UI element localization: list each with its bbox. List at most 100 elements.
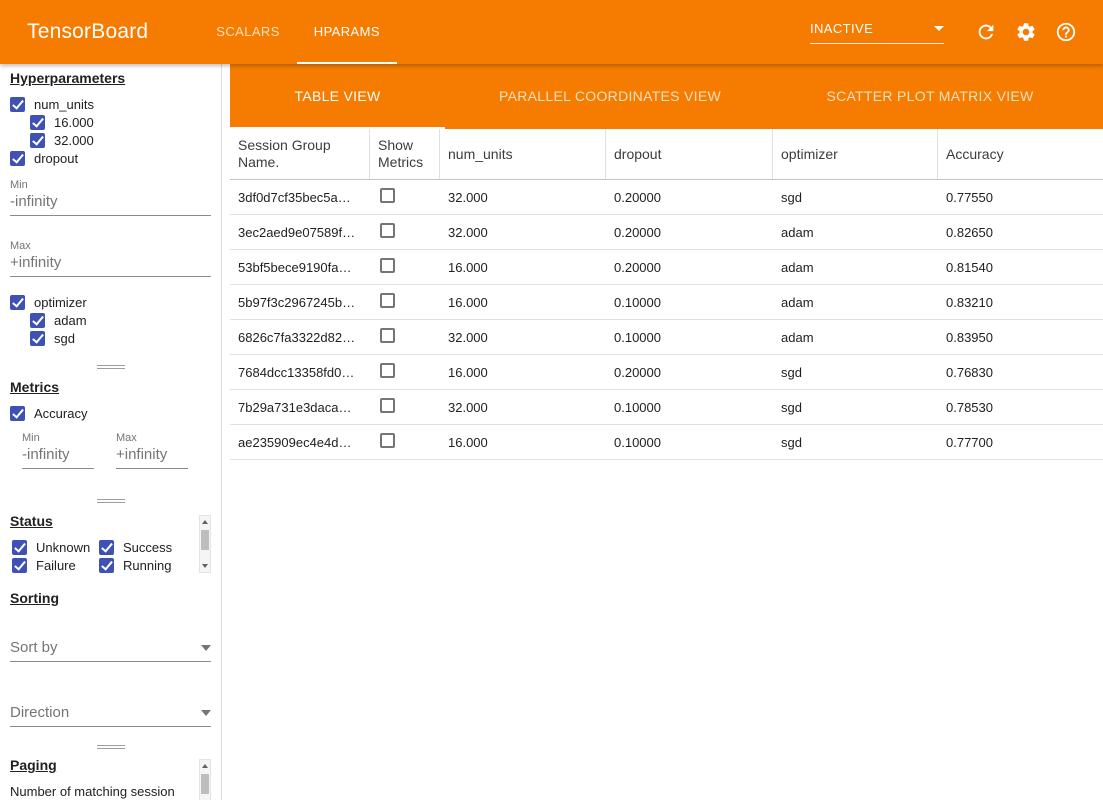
paging-scrollbar[interactable]: [199, 759, 211, 800]
tab-scatter-plot-matrix-view[interactable]: SCATTER PLOT MATRIX VIEW: [775, 64, 1085, 129]
tab-parallel-coordinates-view[interactable]: PARALLEL COORDINATES VIEW: [445, 64, 775, 129]
checkbox-adam[interactable]: adam: [30, 311, 211, 329]
column-header-num-units[interactable]: num_units: [440, 129, 606, 179]
table-row: 6826c7fa3322d82… 32.000 0.10000 adam 0.8…: [230, 320, 1103, 355]
session-group-name-cell: 7684dcc13358fd0…: [230, 365, 370, 380]
table-header: Session Group Name. Show Metrics num_uni…: [230, 129, 1103, 180]
checkbox-label: Unknown: [36, 540, 90, 555]
accuracy-cell: 0.78530: [938, 400, 1103, 415]
column-header-show-metrics[interactable]: Show Metrics: [370, 129, 440, 179]
hparams-main: TABLE VIEW PARALLEL COORDINATES VIEW SCA…: [230, 64, 1103, 800]
dropout-cell: 0.10000: [606, 295, 773, 310]
show-metrics-cell: [370, 328, 440, 346]
show-metrics-checkbox[interactable]: [380, 258, 395, 273]
dropout-max-field: Max +infinity: [10, 240, 211, 277]
checkbox-num-units[interactable]: num_units: [10, 95, 211, 113]
checkbox-label: Accuracy: [34, 406, 87, 421]
checkbox-label: 16.000: [54, 115, 94, 130]
topbar: TensorBoard SCALARS HPARAMS INACTIVE: [0, 0, 1103, 64]
checkbox-checked-icon: [30, 133, 45, 148]
checkbox-label: adam: [54, 313, 87, 328]
settings-button[interactable]: [1014, 20, 1038, 44]
table-row: 3df0d7cf35bec5a… 32.000 0.20000 sgd 0.77…: [230, 180, 1103, 215]
checkbox-checked-icon: [12, 558, 27, 573]
show-metrics-checkbox[interactable]: [380, 293, 395, 308]
checkbox-label: sgd: [54, 331, 75, 346]
checkbox-checked-icon: [30, 115, 45, 130]
num-units-cell: 16.000: [440, 295, 606, 310]
accuracy-cell: 0.77550: [938, 190, 1103, 205]
optimizer-cell: sgd: [773, 435, 938, 450]
sort-by-value: Sort by: [10, 639, 58, 656]
status-scrollbar[interactable]: [199, 515, 211, 573]
show-metrics-checkbox[interactable]: [380, 433, 395, 448]
checkbox-dropout[interactable]: dropout: [10, 149, 211, 167]
sort-by-select[interactable]: Sort by: [10, 639, 211, 662]
show-metrics-checkbox[interactable]: [380, 188, 395, 203]
optimizer-cell: adam: [773, 295, 938, 310]
dropout-cell: 0.10000: [606, 330, 773, 345]
tab-table-view[interactable]: TABLE VIEW: [230, 64, 445, 129]
min-label: Min: [22, 432, 94, 444]
max-input[interactable]: +infinity: [10, 252, 211, 277]
scrollbar-thumb[interactable]: [201, 774, 209, 794]
reload-icon: [975, 21, 997, 43]
checkbox-checked-icon: [12, 540, 27, 555]
show-metrics-checkbox[interactable]: [380, 363, 395, 378]
accuracy-cell: 0.83210: [938, 295, 1103, 310]
section-resize-handle[interactable]: [97, 365, 125, 369]
table-row: 53bf5bece9190fa… 16.000 0.20000 adam 0.8…: [230, 250, 1103, 285]
dropout-cell: 0.10000: [606, 400, 773, 415]
checkbox-label: num_units: [34, 97, 94, 112]
max-input[interactable]: +infinity: [116, 444, 188, 469]
column-header-session-group-name[interactable]: Session Group Name.: [230, 129, 370, 179]
direction-select[interactable]: Direction: [10, 704, 211, 727]
checkbox-success[interactable]: Success: [99, 538, 186, 556]
section-resize-handle[interactable]: [97, 499, 125, 503]
status-heading: Status: [10, 513, 211, 530]
checkbox-running[interactable]: Running: [99, 556, 186, 574]
session-group-name-cell: 53bf5bece9190fa…: [230, 260, 370, 275]
checkbox-sgd[interactable]: sgd: [30, 329, 211, 347]
column-header-accuracy[interactable]: Accuracy: [938, 129, 1103, 179]
accuracy-max-field: Max +infinity: [116, 432, 188, 469]
scroll-up-icon[interactable]: [200, 760, 210, 772]
column-header-optimizer[interactable]: optimizer: [773, 129, 938, 179]
session-group-name-cell: ae235909ec4e4d…: [230, 435, 370, 450]
sorting-heading: Sorting: [10, 590, 211, 607]
checkbox-unknown[interactable]: Unknown: [12, 538, 99, 556]
checkbox-failure[interactable]: Failure: [12, 556, 99, 574]
column-header-dropout[interactable]: dropout: [606, 129, 773, 179]
run-status-select[interactable]: INACTIVE: [810, 21, 944, 44]
min-input[interactable]: -infinity: [22, 444, 94, 469]
checkbox-16-000[interactable]: 16.000: [30, 113, 211, 131]
show-metrics-checkbox[interactable]: [380, 398, 395, 413]
paging-heading: Paging: [10, 757, 211, 774]
scrollbar-thumb[interactable]: [201, 530, 209, 550]
optimizer-cell: sgd: [773, 365, 938, 380]
help-button[interactable]: [1054, 20, 1078, 44]
tab-scalars[interactable]: SCALARS: [199, 0, 297, 64]
checkbox-32-000[interactable]: 32.000: [30, 131, 211, 149]
tab-hparams[interactable]: HPARAMS: [297, 0, 397, 64]
metrics-heading: Metrics: [10, 379, 211, 396]
show-metrics-cell: [370, 223, 440, 241]
session-group-name-cell: 3ec2aed9e07589f…: [230, 225, 370, 240]
num-units-cell: 32.000: [440, 330, 606, 345]
optimizer-cell: adam: [773, 225, 938, 240]
min-input[interactable]: -infinity: [10, 191, 211, 216]
show-metrics-checkbox[interactable]: [380, 223, 395, 238]
hyperparameters-heading: Hyperparameters: [10, 70, 211, 87]
scroll-down-icon[interactable]: [200, 560, 210, 572]
scroll-up-icon[interactable]: [200, 516, 210, 528]
app-title: TensorBoard: [27, 20, 148, 44]
reload-button[interactable]: [974, 20, 998, 44]
checkbox-optimizer[interactable]: optimizer: [10, 293, 211, 311]
show-metrics-checkbox[interactable]: [380, 328, 395, 343]
section-resize-handle[interactable]: [97, 745, 125, 749]
checkbox-accuracy[interactable]: Accuracy: [10, 404, 211, 422]
checkbox-label: 32.000: [54, 133, 94, 148]
metrics-section: Metrics Accuracy Min -infinity Max +infi…: [10, 379, 211, 469]
checkbox-checked-icon: [30, 331, 45, 346]
dropout-cell: 0.20000: [606, 365, 773, 380]
